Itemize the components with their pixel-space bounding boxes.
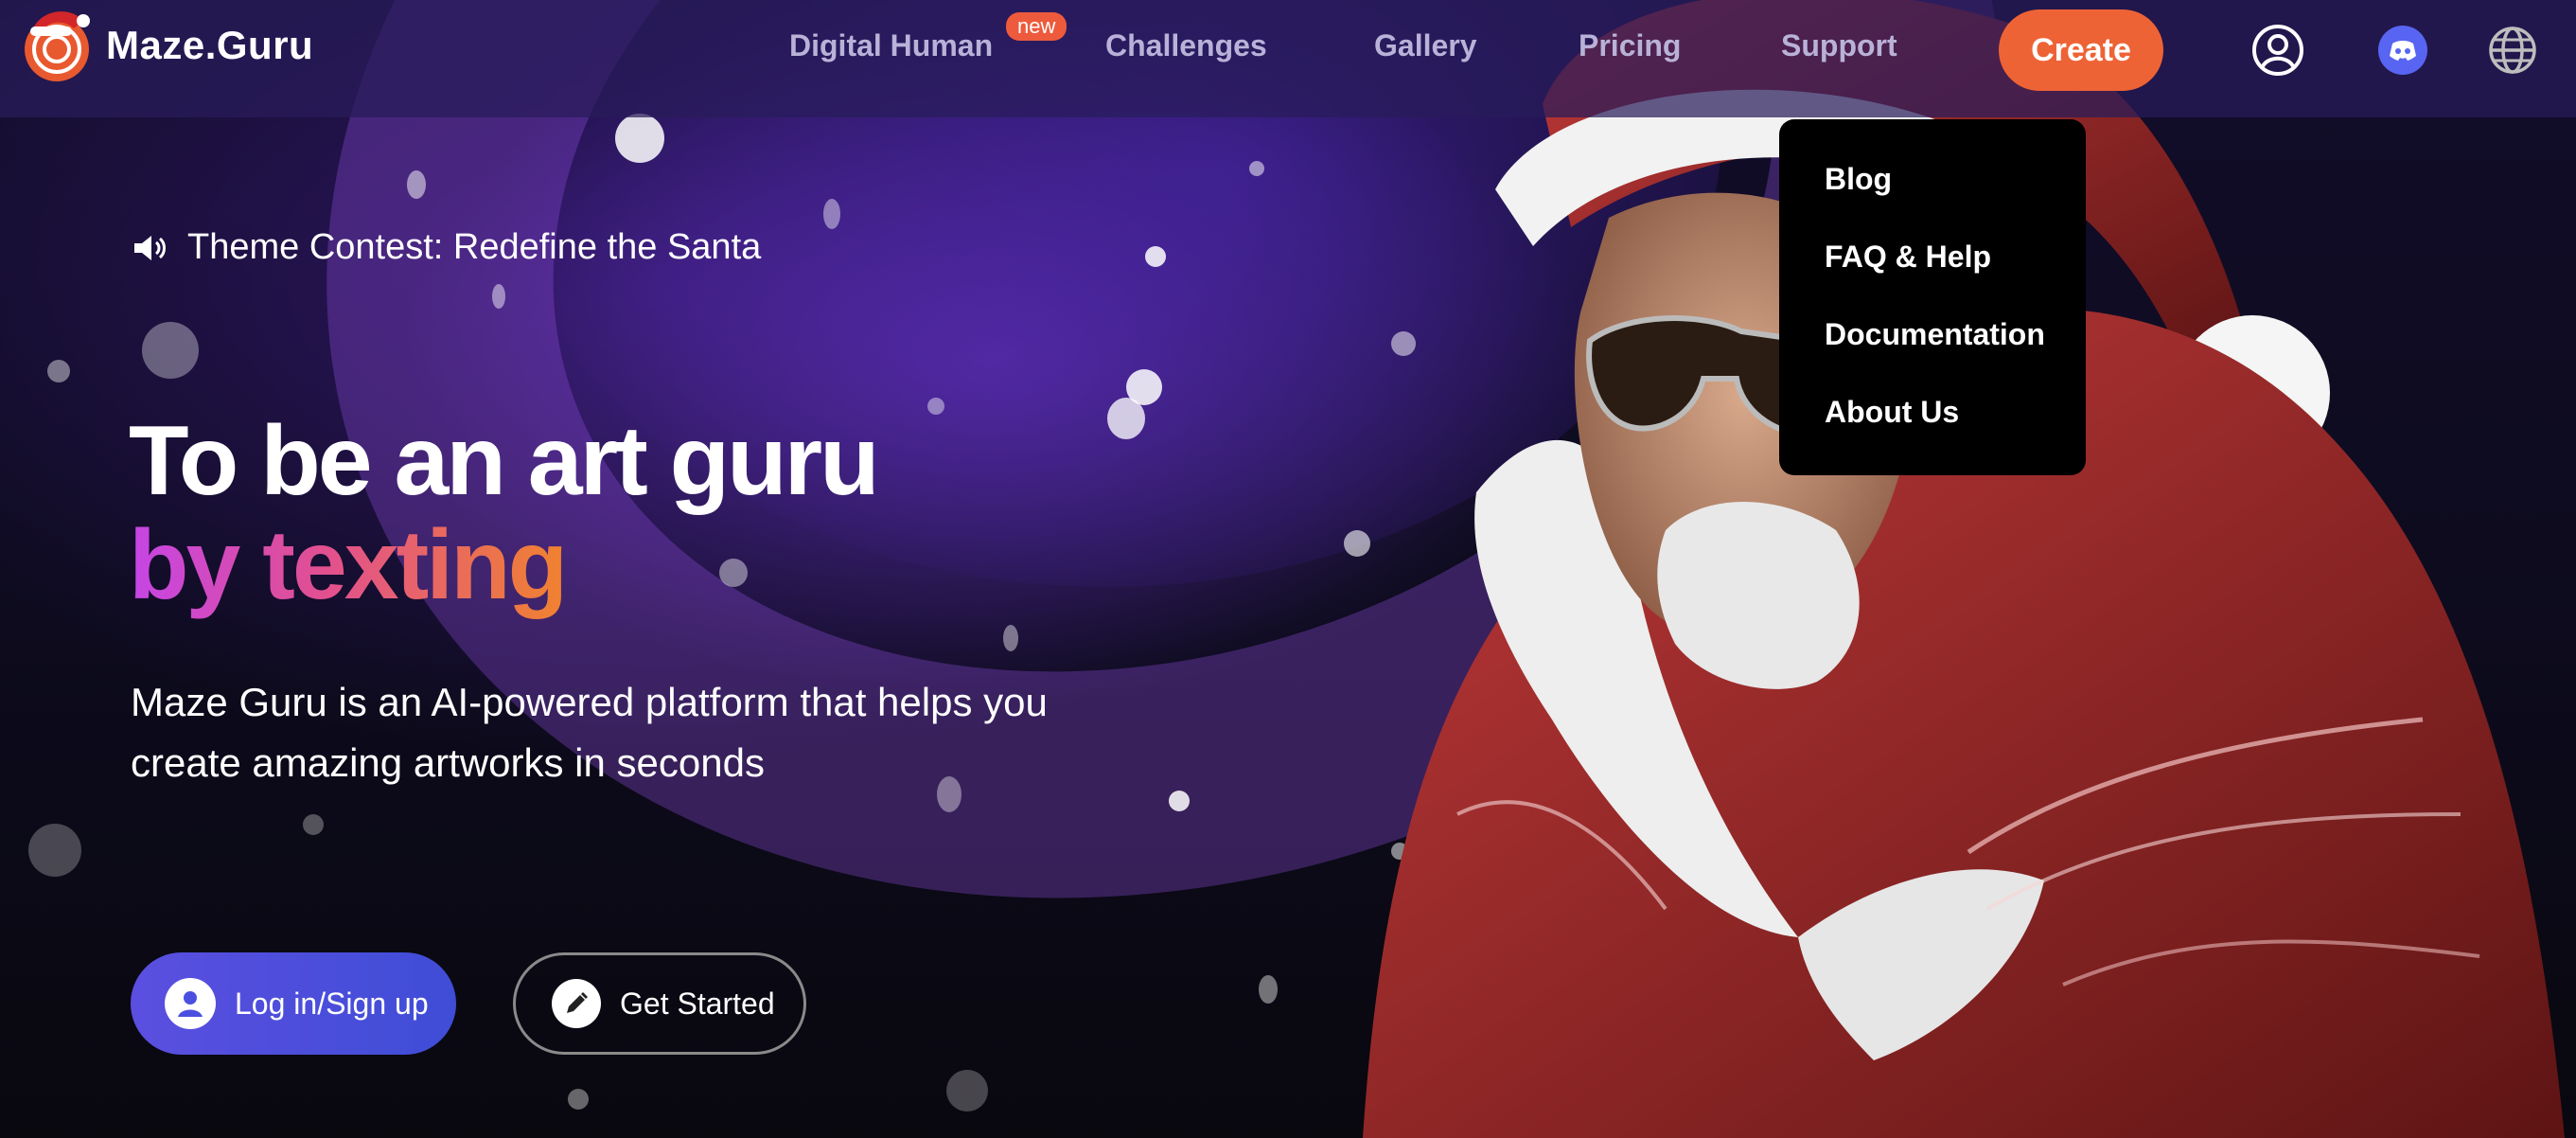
speaker-icon (134, 235, 166, 260)
menu-item-documentation[interactable]: Documentation (1779, 314, 2086, 392)
menu-item-about-us[interactable]: About Us (1779, 392, 2086, 470)
maze-logo-icon (25, 11, 90, 81)
create-button[interactable]: Create (1999, 9, 2163, 91)
login-signup-button[interactable]: Log in/Sign up (131, 952, 456, 1055)
hero-headline-gradient: by texting (129, 510, 568, 620)
nav-challenges[interactable]: Challenges (1105, 28, 1267, 63)
globe-icon[interactable] (2485, 23, 2540, 78)
menu-item-faq-help[interactable]: FAQ & Help (1779, 237, 2086, 314)
brand-name: Maze.Guru (106, 23, 314, 67)
user-icon[interactable] (2250, 23, 2305, 78)
menu-item-blog[interactable]: Blog (1779, 159, 2086, 237)
get-started-label: Get Started (620, 986, 775, 1021)
theme-contest-banner[interactable]: Theme Contest: Redefine the Santa (132, 227, 761, 268)
get-started-button[interactable]: Get Started (513, 952, 806, 1055)
nav-gallery[interactable]: Gallery (1374, 28, 1477, 63)
new-badge: new (1006, 12, 1067, 41)
top-navigation-bar: Maze.Guru Digital Human new Challenges G… (0, 0, 2576, 117)
login-signup-label: Log in/Sign up (235, 986, 429, 1021)
nav-pricing[interactable]: Pricing (1579, 28, 1681, 63)
hero-description-line-2: create amazing artworks in seconds (131, 740, 765, 785)
pencil-icon (552, 979, 601, 1028)
support-dropdown-menu: Blog FAQ & Help Documentation About Us (1779, 119, 2086, 475)
nav-support[interactable]: Support (1781, 28, 1897, 63)
discord-icon[interactable] (2375, 23, 2430, 78)
nav-digital-human[interactable]: Digital Human (789, 28, 993, 63)
hero-headline: To be an art guru (129, 406, 880, 516)
contest-text: Theme Contest: Redefine the Santa (187, 227, 762, 267)
hero-description-line-1: Maze Guru is an AI-powered platform that… (131, 680, 1048, 724)
brand-logo[interactable]: Maze.Guru (17, 6, 313, 85)
hero-description: Maze Guru is an AI-powered platform that… (131, 672, 1172, 793)
user-avatar-icon (165, 978, 216, 1029)
